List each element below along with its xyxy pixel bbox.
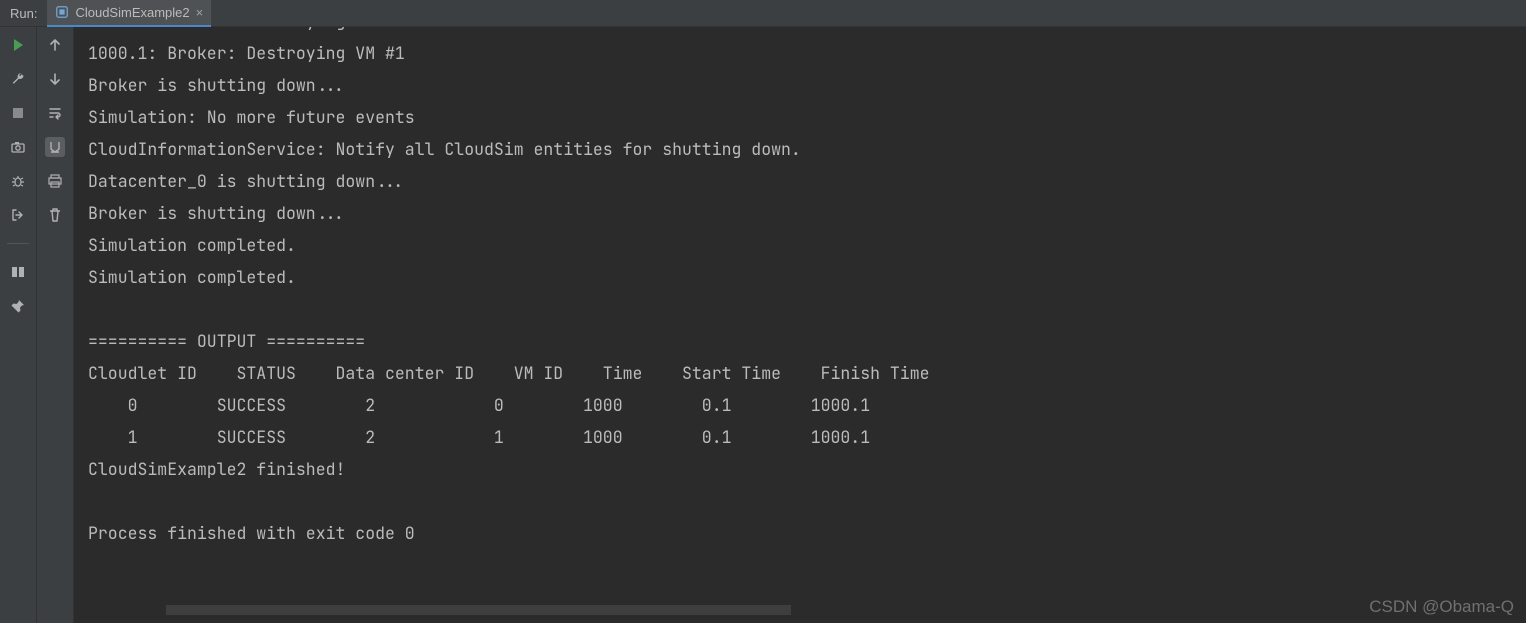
run-tab-bar: Run: CloudSimExample2 × (0, 0, 1526, 27)
horizontal-scrollbar[interactable] (166, 605, 791, 615)
console-viewport[interactable]: 1000.1: Broker: Destroying VM #0 1000.1:… (74, 27, 1526, 623)
trash-icon[interactable] (45, 205, 65, 225)
run-actions-gutter (0, 27, 37, 623)
run-tab-cloudsimexample2[interactable]: CloudSimExample2 × (47, 0, 211, 27)
exit-icon[interactable] (8, 205, 28, 225)
console-output: 1000.1: Broker: Destroying VM #0 1000.1:… (88, 27, 1516, 549)
soft-wrap-icon[interactable] (45, 103, 65, 123)
debug-icon[interactable] (8, 171, 28, 191)
console-panel: 1000.1: Broker: Destroying VM #0 1000.1:… (74, 27, 1526, 623)
layout-icon[interactable] (8, 262, 28, 282)
run-icon[interactable] (8, 35, 28, 55)
close-icon[interactable]: × (196, 6, 204, 19)
print-icon[interactable] (45, 171, 65, 191)
divider (7, 243, 29, 244)
scroll-to-end-icon[interactable] (45, 137, 65, 157)
arrow-down-icon[interactable] (45, 69, 65, 89)
run-label: Run: (0, 6, 47, 21)
tab-label: CloudSimExample2 (75, 5, 189, 20)
run-tool-window-body: 1000.1: Broker: Destroying VM #0 1000.1:… (0, 27, 1526, 623)
arrow-up-icon[interactable] (45, 35, 65, 55)
pin-icon[interactable] (8, 296, 28, 316)
application-icon (55, 5, 69, 19)
stop-icon[interactable] (8, 103, 28, 123)
camera-icon[interactable] (8, 137, 28, 157)
wrench-icon[interactable] (8, 69, 28, 89)
console-actions-gutter (37, 27, 74, 623)
